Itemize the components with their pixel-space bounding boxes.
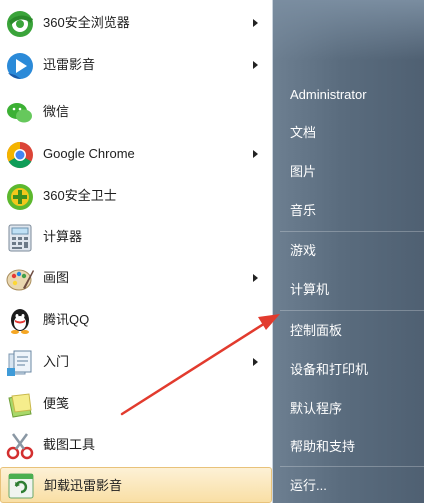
annotation-arrow-icon: [120, 314, 280, 416]
